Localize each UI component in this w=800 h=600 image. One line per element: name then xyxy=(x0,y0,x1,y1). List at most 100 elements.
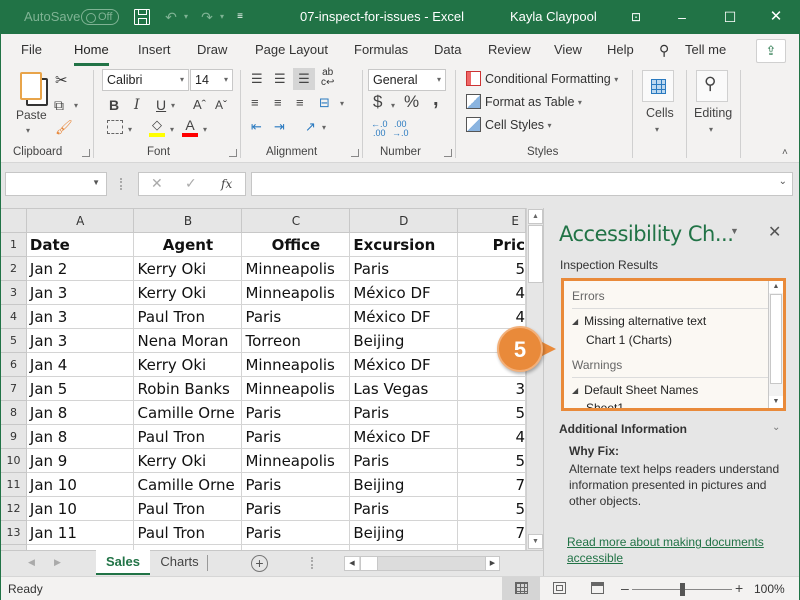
horizontal-scrollbar[interactable]: ◀ ▶ xyxy=(344,556,500,571)
row-header[interactable]: 2 xyxy=(0,256,27,281)
cell[interactable]: Paris xyxy=(349,448,459,473)
decrease-font-size-icon[interactable]: Aˇ xyxy=(215,96,227,114)
minimize-icon[interactable]: – xyxy=(674,8,690,26)
row-header[interactable]: 8 xyxy=(0,400,27,425)
currency-dropdown-icon[interactable]: ▾ xyxy=(391,96,395,115)
worksheet-grid[interactable]: A B C D E 1 Date Agent Office Excursion … xyxy=(0,208,526,550)
name-box[interactable]: ▼ xyxy=(5,172,107,196)
underline-button[interactable]: U xyxy=(156,96,166,114)
font-size-select[interactable]: 14 ▾ xyxy=(190,69,233,91)
cell[interactable]: Paul Tron xyxy=(133,304,243,329)
cells-button[interactable] xyxy=(642,70,674,102)
cell[interactable]: Robin Banks xyxy=(133,376,243,401)
cell[interactable]: Jan 8 xyxy=(25,400,135,425)
cells-label[interactable]: Cells xyxy=(646,104,674,122)
cell[interactable]: Excursion xyxy=(349,232,459,257)
cell[interactable]: Kerry Oki xyxy=(133,352,243,377)
tab-data[interactable]: Data xyxy=(434,42,461,57)
save-icon[interactable] xyxy=(134,9,150,25)
warning-item-sheet1[interactable]: Sheet1 xyxy=(586,401,624,408)
redo-icon[interactable]: ↷ xyxy=(198,8,216,26)
scroll-up-icon[interactable]: ▲ xyxy=(769,281,783,293)
cell[interactable]: Beijing xyxy=(349,472,459,497)
cell[interactable]: 5 xyxy=(457,496,526,521)
cell[interactable]: 5 xyxy=(457,400,526,425)
align-right-icon[interactable]: ≡ xyxy=(296,94,304,112)
decrease-decimal-icon[interactable]: .00 →.0 xyxy=(392,120,409,138)
cell[interactable]: Minneapolis xyxy=(241,352,351,377)
cell[interactable]: Jan 8 xyxy=(25,424,135,449)
cell[interactable]: Date xyxy=(25,232,135,257)
collapse-chevron-icon[interactable]: ⌄ xyxy=(772,422,780,433)
cancel-icon[interactable]: ✕ xyxy=(151,175,163,192)
redo-dropdown-icon[interactable]: ▾ xyxy=(218,8,226,26)
row-header[interactable]: 10 xyxy=(0,448,27,473)
cell[interactable]: 3 xyxy=(457,376,526,401)
share-button[interactable]: ⇪ xyxy=(756,39,786,63)
editing-button[interactable]: ⚲ xyxy=(696,70,728,102)
scroll-down-icon[interactable]: ▼ xyxy=(528,534,543,549)
additional-information-heading[interactable]: Additional Information xyxy=(559,422,687,436)
cell[interactable]: Jan 5 xyxy=(25,376,135,401)
cell[interactable]: Jan 10 xyxy=(25,496,135,521)
cell[interactable]: Kerry Oki xyxy=(133,256,243,281)
page-layout-view-button[interactable] xyxy=(540,577,578,600)
number-launcher-icon[interactable] xyxy=(444,149,452,157)
paste-dropdown-icon[interactable]: ▾ xyxy=(26,122,30,140)
top-align-icon[interactable]: ☰ xyxy=(251,70,263,88)
increase-decimal-icon[interactable]: ←.0.00 xyxy=(371,120,388,138)
enter-icon[interactable]: ✓ xyxy=(185,175,197,192)
pane-close-icon[interactable]: ✕ xyxy=(768,222,781,242)
tab-file[interactable]: File xyxy=(21,42,42,57)
scroll-left-icon[interactable]: ◀ xyxy=(345,557,359,570)
cell[interactable]: Jan 3 xyxy=(25,280,135,305)
conditional-formatting-button[interactable]: Conditional Formatting ▾ xyxy=(466,71,618,86)
font-name-select[interactable]: Calibri ▾ xyxy=(102,69,189,91)
formula-bar-grip[interactable] xyxy=(120,178,122,190)
cell[interactable]: Jan 11 xyxy=(25,520,135,545)
format-painter-icon[interactable]: 🖌 xyxy=(55,118,73,136)
column-header-b[interactable]: B xyxy=(133,208,243,233)
font-color-dropdown-icon[interactable]: ▾ xyxy=(203,120,207,139)
cell[interactable]: Paris xyxy=(241,304,351,329)
orientation-icon[interactable]: ↗ xyxy=(305,118,316,136)
clipboard-launcher-icon[interactable] xyxy=(82,149,90,157)
cell[interactable]: México DF xyxy=(349,352,459,377)
fill-color-button[interactable]: ◇ xyxy=(149,116,165,137)
sheet-tab-sales[interactable]: Sales xyxy=(96,550,150,575)
bottom-align-icon[interactable]: ☰ xyxy=(293,68,315,90)
previous-sheet-icon[interactable]: ◀ xyxy=(28,557,35,568)
tab-draw[interactable]: Draw xyxy=(197,42,227,57)
cell[interactable]: Pric xyxy=(457,232,526,257)
cell[interactable]: México DF xyxy=(349,280,459,305)
cell[interactable]: Kerry Oki xyxy=(133,448,243,473)
select-all-button[interactable] xyxy=(0,208,27,233)
currency-button[interactable]: $ xyxy=(373,93,382,111)
cell[interactable]: Jan 2 xyxy=(25,256,135,281)
format-as-table-button[interactable]: Format as Table ▾ xyxy=(466,94,582,109)
borders-icon[interactable] xyxy=(107,120,123,134)
copy-icon[interactable]: ⧉ xyxy=(54,96,64,114)
tab-page-layout[interactable]: Page Layout xyxy=(255,42,328,57)
cell[interactable]: Paris xyxy=(349,256,459,281)
cell[interactable]: 7 xyxy=(457,472,526,497)
cell[interactable]: Paris xyxy=(241,520,351,545)
results-scrollbar[interactable]: ▲ ▼ xyxy=(768,281,783,408)
cell[interactable]: Paris xyxy=(349,400,459,425)
merge-center-icon[interactable]: ⊟ xyxy=(319,94,330,112)
add-sheet-icon[interactable]: + xyxy=(251,555,268,572)
column-header-c[interactable]: C xyxy=(241,208,351,233)
borders-dropdown-icon[interactable]: ▾ xyxy=(128,120,132,139)
align-center-icon[interactable]: ≡ xyxy=(274,94,282,112)
row-header[interactable]: 7 xyxy=(0,376,27,401)
error-item-chart1[interactable]: Chart 1 (Charts) xyxy=(586,333,672,347)
editing-dropdown-icon[interactable]: ▾ xyxy=(709,120,713,139)
inspection-results-list[interactable]: Errors ◢ Missing alternative text Chart 1… xyxy=(561,278,786,411)
undo-dropdown-icon[interactable]: ▾ xyxy=(182,8,190,26)
row-header[interactable]: 3 xyxy=(0,280,27,305)
tab-formulas[interactable]: Formulas xyxy=(354,42,408,57)
cell[interactable]: Paul Tron xyxy=(133,424,243,449)
cell[interactable]: 4 xyxy=(457,280,526,305)
cell[interactable]: México DF xyxy=(349,424,459,449)
cell[interactable]: Jan 3 xyxy=(25,328,135,353)
